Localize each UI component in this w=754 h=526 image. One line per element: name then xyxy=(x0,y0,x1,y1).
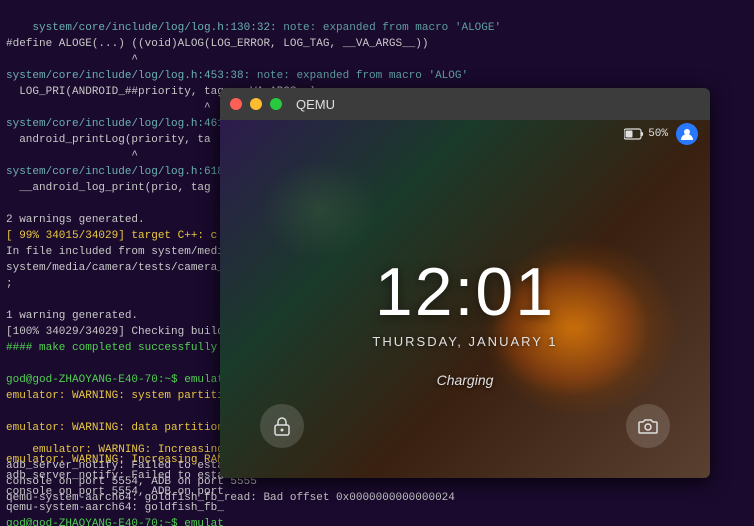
window-title: QEMU xyxy=(296,97,335,112)
battery-indicator: 50% xyxy=(624,128,668,140)
bg-blob-green xyxy=(260,160,380,260)
clock-time: 12:01 xyxy=(375,258,555,326)
clock-date: THURSDAY, JANUARY 1 xyxy=(372,334,557,349)
android-screen: 50% 12:01 THURSDAY, JANUARY 1 Charging xyxy=(220,120,710,478)
user-avatar[interactable] xyxy=(676,123,698,145)
battery-percent: 50% xyxy=(648,128,668,140)
close-button[interactable] xyxy=(230,98,242,110)
qemu-window[interactable]: QEMU 50% 1 xyxy=(220,88,710,478)
user-icon xyxy=(680,127,694,141)
camera-button[interactable] xyxy=(626,404,670,448)
lock-icon xyxy=(271,415,293,437)
battery-icon xyxy=(624,128,644,140)
lock-icons-row xyxy=(220,404,710,448)
qemu-titlebar: QEMU xyxy=(220,88,710,120)
lock-button[interactable] xyxy=(260,404,304,448)
minimize-button[interactable] xyxy=(250,98,262,110)
camera-icon xyxy=(637,415,659,437)
maximize-button[interactable] xyxy=(270,98,282,110)
charging-text: Charging xyxy=(437,372,494,388)
